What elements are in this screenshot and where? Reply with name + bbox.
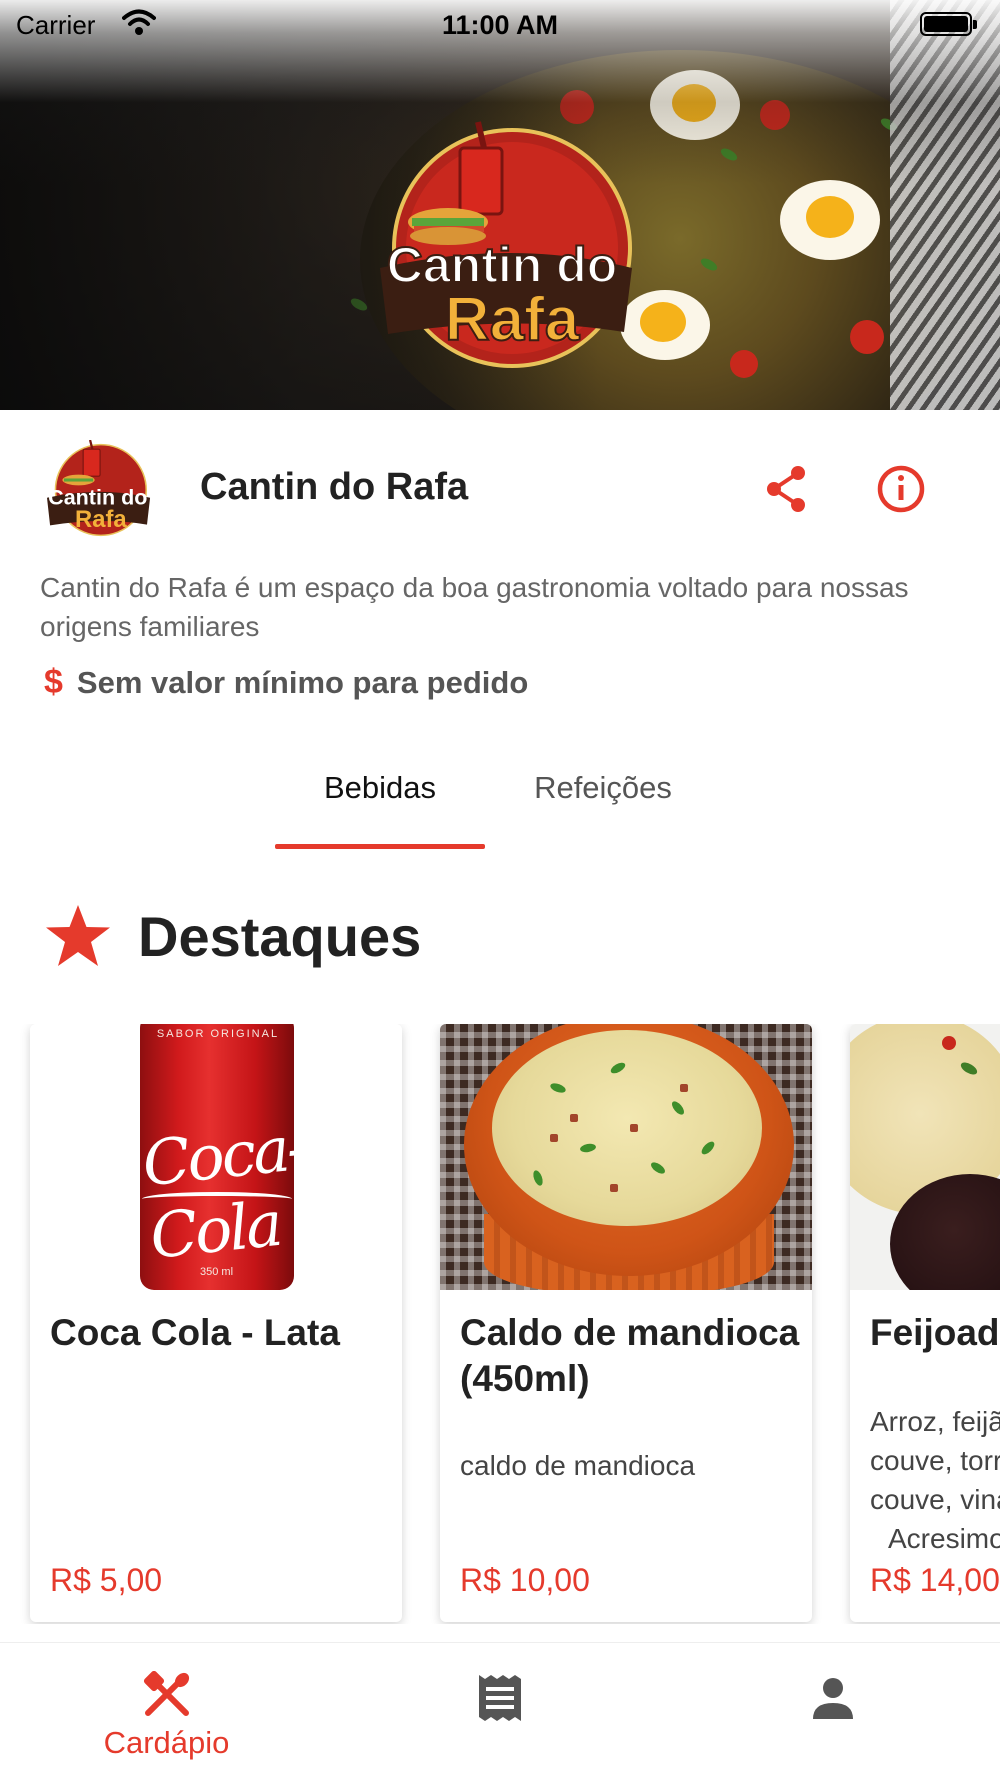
- product-price: R$ 14,00: [870, 1562, 1000, 1598]
- can-volume-text: 350 ml: [200, 1266, 234, 1278]
- battery-icon: [920, 12, 977, 36]
- share-icon[interactable]: [760, 462, 814, 516]
- nav-orders[interactable]: [333, 1643, 666, 1778]
- fork-knife-icon: [143, 1671, 189, 1716]
- tomato: [942, 1036, 956, 1050]
- product-card[interactable]: Caldo de mandioca (450ml) caldo de mandi…: [440, 1024, 812, 1622]
- meat-bit: [570, 1114, 578, 1122]
- min-order-text: Sem valor mínimo para pedido: [76, 664, 529, 700]
- product-description: caldo de mandioca: [460, 1450, 696, 1481]
- tab-bebidas[interactable]: Bebidas: [275, 770, 485, 806]
- bottom-navigation: Cardápio: [0, 1642, 1000, 1778]
- featured-carousel[interactable]: SABOR ORIGINAL Coca-Cola 350 ml Coca Col…: [0, 1024, 1000, 1624]
- can-wave: [142, 1192, 292, 1206]
- nav-label-cardapio: Cardápio: [103, 1725, 230, 1760]
- product-image-caldo: [440, 1024, 812, 1290]
- restaurant-logo: Cantin do Rafa: [380, 121, 632, 368]
- tab-refeicoes[interactable]: Refeições: [508, 770, 698, 806]
- person-icon: [812, 1678, 853, 1719]
- product-image-coca-cola: SABOR ORIGINAL Coca-Cola 350 ml: [30, 1024, 402, 1290]
- product-price: R$ 10,00: [460, 1562, 590, 1598]
- clock: 11:00 AM: [441, 10, 559, 40]
- product-title: Feijoada 500gr: [870, 1312, 1000, 1353]
- can-logo-text: Coca-Cola: [139, 1110, 309, 1273]
- meat-bit: [550, 1134, 558, 1142]
- can-top-text: SABOR ORIGINAL: [156, 1028, 280, 1040]
- product-title: Coca Cola - Lata: [50, 1312, 340, 1353]
- svg-text:Rafa: Rafa: [445, 285, 580, 354]
- receipt-icon: [478, 1675, 521, 1721]
- restaurant-description: Cantin do Rafa é um espaço da boa gastro…: [40, 572, 909, 642]
- info-icon[interactable]: [874, 462, 928, 516]
- svg-text:Rafa: Rafa: [75, 506, 127, 533]
- product-title: Caldo de mandioca (450ml): [460, 1312, 800, 1399]
- product-description-line: Acresimo: [888, 1523, 1000, 1554]
- hero-banner: Cantin do Rafa: [0, 0, 1000, 410]
- star-icon: [46, 905, 110, 966]
- dollar-icon: $: [44, 663, 63, 701]
- meat-bit: [610, 1184, 618, 1192]
- min-order-info: $ Sem valor mínimo para pedido: [44, 663, 528, 702]
- restaurant-name: Cantin do Rafa: [200, 466, 469, 508]
- product-card[interactable]: Feijoada 500gr Arroz, feijão, couve, tor…: [850, 1024, 1000, 1622]
- meat-bit: [680, 1084, 688, 1092]
- product-description-line: couve, vinagrete: [870, 1484, 1000, 1515]
- restaurant-avatar-logo: Cantin do Rafa: [47, 440, 151, 537]
- meat-bit: [630, 1124, 638, 1132]
- product-image-feijoada: [850, 1024, 1000, 1290]
- nav-cardapio[interactable]: Cardápio: [0, 1643, 333, 1778]
- section-title: Destaques: [138, 904, 422, 968]
- product-card[interactable]: SABOR ORIGINAL Coca-Cola 350 ml Coca Col…: [30, 1024, 402, 1622]
- category-tabs: Bebidas Refeições: [0, 760, 1000, 850]
- soup: [492, 1030, 762, 1226]
- active-tab-indicator: [275, 844, 485, 849]
- product-description-line: Arroz, feijão,: [870, 1406, 1000, 1437]
- product-description-line: couve, torresmo,: [870, 1445, 1000, 1476]
- section-header: Destaques: [44, 903, 421, 969]
- product-price: R$ 5,00: [50, 1562, 163, 1598]
- nav-profile[interactable]: [666, 1643, 999, 1778]
- status-bar: Carrier 11:00 AM: [0, 0, 1000, 50]
